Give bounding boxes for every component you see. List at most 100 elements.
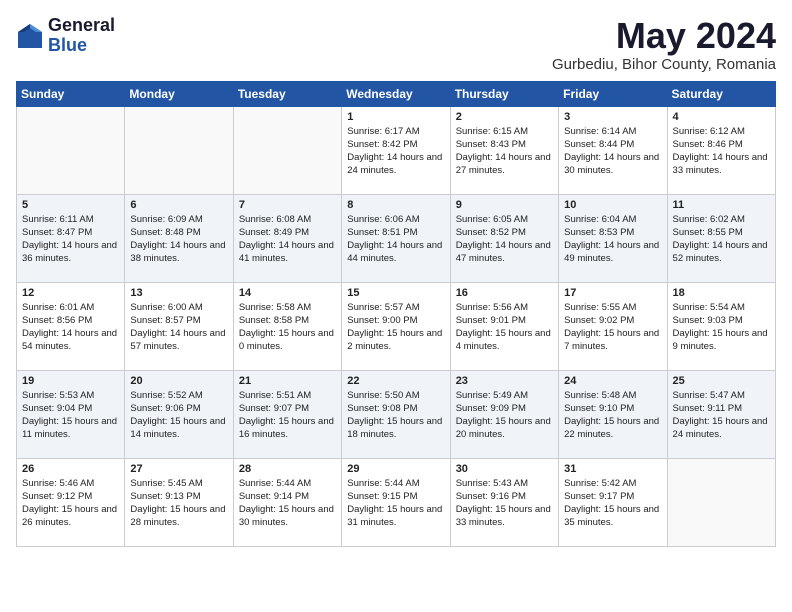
- calendar-cell: 4Sunrise: 6:12 AM Sunset: 8:46 PM Daylig…: [667, 106, 775, 194]
- day-number: 21: [239, 375, 336, 387]
- day-info: Sunrise: 6:01 AM Sunset: 8:56 PM Dayligh…: [22, 301, 119, 354]
- day-info: Sunrise: 6:17 AM Sunset: 8:42 PM Dayligh…: [347, 125, 444, 178]
- day-info: Sunrise: 6:08 AM Sunset: 8:49 PM Dayligh…: [239, 213, 336, 266]
- day-info: Sunrise: 5:55 AM Sunset: 9:02 PM Dayligh…: [564, 301, 661, 354]
- day-number: 24: [564, 375, 661, 387]
- calendar-cell: 27 Sunrise: 5:45 AM Sunset: 9:13 PM Dayli…: [125, 458, 233, 546]
- header-day-tuesday: Tuesday: [233, 81, 341, 106]
- day-info: Sunrise: 6:14 AM Sunset: 8:44 PM Dayligh…: [564, 125, 661, 178]
- day-info: Sunrise: 5:48 AM Sunset: 9:10 PM Dayligh…: [564, 389, 661, 442]
- day-number: 5: [22, 199, 119, 211]
- calendar-cell: 1 Sunrise: 6:17 AM Sunset: 8:42 PM Daylig…: [342, 106, 450, 194]
- day-number: 3: [564, 111, 661, 123]
- calendar-cell: 28 Sunrise: 5:44 AM Sunset: 9:14 PM Dayli…: [233, 458, 341, 546]
- calendar-table: SundayMondayTuesdayWednesdayThursdayFrid…: [16, 81, 776, 547]
- logo-icon: [16, 22, 44, 50]
- day-number: 25: [673, 375, 770, 387]
- calendar-week-row: 26 Sunrise: 5:46 AM Sunset: 9:12 PM Dayli…: [17, 458, 776, 546]
- location-title: Gurbediu, Bihor County, Romania: [552, 56, 776, 73]
- calendar-cell: 9 Sunrise: 6:05 AM Sunset: 8:52 PM Daylig…: [450, 194, 558, 282]
- calendar-cell: 14Sunrise: 5:58 AM Sunset: 8:58 PM Dayli…: [233, 282, 341, 370]
- calendar-cell: 30 Sunrise: 5:43 AM Sunset: 9:16 PM Dayli…: [450, 458, 558, 546]
- day-number: 18: [673, 287, 770, 299]
- day-number: 23: [456, 375, 553, 387]
- day-info: Sunrise: 5:45 AM Sunset: 9:13 PM Dayligh…: [130, 477, 227, 530]
- day-number: 26: [22, 463, 119, 475]
- calendar-cell: 6Sunrise: 6:09 AM Sunset: 8:48 PM Daylig…: [125, 194, 233, 282]
- calendar-cell: 3 Sunrise: 6:14 AM Sunset: 8:44 PM Daylig…: [559, 106, 667, 194]
- calendar-cell: 23 Sunrise: 5:49 AM Sunset: 9:09 PM Dayli…: [450, 370, 558, 458]
- day-info: Sunrise: 5:47 AM Sunset: 9:11 PM Dayligh…: [673, 389, 770, 442]
- header-day-friday: Friday: [559, 81, 667, 106]
- day-number: 12: [22, 287, 119, 299]
- day-info: Sunrise: 5:46 AM Sunset: 9:12 PM Dayligh…: [22, 477, 119, 530]
- logo-blue-label: Blue: [48, 36, 115, 56]
- day-number: 10: [564, 199, 661, 211]
- calendar-cell: [17, 106, 125, 194]
- logo: General Blue: [16, 16, 115, 56]
- day-number: 4: [673, 111, 770, 123]
- day-number: 28: [239, 463, 336, 475]
- calendar-week-row: 1 Sunrise: 6:17 AM Sunset: 8:42 PM Daylig…: [17, 106, 776, 194]
- calendar-week-row: 5 Sunrise: 6:11 AM Sunset: 8:47 PM Daylig…: [17, 194, 776, 282]
- header-day-sunday: Sunday: [17, 81, 125, 106]
- day-info: Sunrise: 5:43 AM Sunset: 9:16 PM Dayligh…: [456, 477, 553, 530]
- day-info: Sunrise: 5:53 AM Sunset: 9:04 PM Dayligh…: [22, 389, 119, 442]
- calendar-cell: 18 Sunrise: 5:54 AM Sunset: 9:03 PM Dayli…: [667, 282, 775, 370]
- calendar-cell: [667, 458, 775, 546]
- calendar-cell: 29 Sunrise: 5:44 AM Sunset: 9:15 PM Dayli…: [342, 458, 450, 546]
- page-header: General Blue May 2024 Gurbediu, Bihor Co…: [16, 16, 776, 73]
- day-number: 29: [347, 463, 444, 475]
- day-number: 20: [130, 375, 227, 387]
- calendar-header-row: SundayMondayTuesdayWednesdayThursdayFrid…: [17, 81, 776, 106]
- day-number: 22: [347, 375, 444, 387]
- day-info: Sunrise: 6:11 AM Sunset: 8:47 PM Dayligh…: [22, 213, 119, 266]
- calendar-cell: 11Sunrise: 6:02 AM Sunset: 8:55 PM Dayli…: [667, 194, 775, 282]
- day-info: Sunrise: 5:52 AM Sunset: 9:06 PM Dayligh…: [130, 389, 227, 442]
- day-number: 17: [564, 287, 661, 299]
- calendar-cell: 31 Sunrise: 5:42 AM Sunset: 9:17 PM Dayli…: [559, 458, 667, 546]
- header-day-saturday: Saturday: [667, 81, 775, 106]
- day-info: Sunrise: 5:44 AM Sunset: 9:14 PM Dayligh…: [239, 477, 336, 530]
- day-info: Sunrise: 5:42 AM Sunset: 9:17 PM Dayligh…: [564, 477, 661, 530]
- day-info: Sunrise: 6:06 AM Sunset: 8:51 PM Dayligh…: [347, 213, 444, 266]
- day-info: Sunrise: 6:05 AM Sunset: 8:52 PM Dayligh…: [456, 213, 553, 266]
- day-info: Sunrise: 5:50 AM Sunset: 9:08 PM Dayligh…: [347, 389, 444, 442]
- day-number: 30: [456, 463, 553, 475]
- calendar-cell: 12 Sunrise: 6:01 AM Sunset: 8:56 PM Dayli…: [17, 282, 125, 370]
- day-number: 16: [456, 287, 553, 299]
- logo-general-label: General: [48, 16, 115, 36]
- calendar-week-row: 19Sunrise: 5:53 AM Sunset: 9:04 PM Dayli…: [17, 370, 776, 458]
- calendar-cell: 19Sunrise: 5:53 AM Sunset: 9:04 PM Dayli…: [17, 370, 125, 458]
- calendar-cell: [125, 106, 233, 194]
- day-number: 13: [130, 287, 227, 299]
- day-number: 27: [130, 463, 227, 475]
- calendar-cell: 21Sunrise: 5:51 AM Sunset: 9:07 PM Dayli…: [233, 370, 341, 458]
- calendar-cell: 13 Sunrise: 6:00 AM Sunset: 8:57 PM Dayli…: [125, 282, 233, 370]
- calendar-cell: 17 Sunrise: 5:55 AM Sunset: 9:02 PM Dayli…: [559, 282, 667, 370]
- day-number: 31: [564, 463, 661, 475]
- day-number: 1: [347, 111, 444, 123]
- day-info: Sunrise: 6:02 AM Sunset: 8:55 PM Dayligh…: [673, 213, 770, 266]
- day-info: Sunrise: 5:49 AM Sunset: 9:09 PM Dayligh…: [456, 389, 553, 442]
- day-number: 2: [456, 111, 553, 123]
- day-number: 6: [130, 199, 227, 211]
- day-number: 7: [239, 199, 336, 211]
- calendar-cell: 16Sunrise: 5:56 AM Sunset: 9:01 PM Dayli…: [450, 282, 558, 370]
- day-info: Sunrise: 5:57 AM Sunset: 9:00 PM Dayligh…: [347, 301, 444, 354]
- calendar-cell: 25 Sunrise: 5:47 AM Sunset: 9:11 PM Dayli…: [667, 370, 775, 458]
- day-number: 9: [456, 199, 553, 211]
- header-day-wednesday: Wednesday: [342, 81, 450, 106]
- day-info: Sunrise: 5:44 AM Sunset: 9:15 PM Dayligh…: [347, 477, 444, 530]
- day-info: Sunrise: 5:54 AM Sunset: 9:03 PM Dayligh…: [673, 301, 770, 354]
- calendar-cell: 26 Sunrise: 5:46 AM Sunset: 9:12 PM Dayli…: [17, 458, 125, 546]
- day-number: 15: [347, 287, 444, 299]
- calendar-cell: 20 Sunrise: 5:52 AM Sunset: 9:06 PM Dayli…: [125, 370, 233, 458]
- day-number: 14: [239, 287, 336, 299]
- month-title: May 2024: [552, 16, 776, 56]
- header-day-monday: Monday: [125, 81, 233, 106]
- calendar-week-row: 12 Sunrise: 6:01 AM Sunset: 8:56 PM Dayli…: [17, 282, 776, 370]
- day-number: 8: [347, 199, 444, 211]
- day-info: Sunrise: 6:00 AM Sunset: 8:57 PM Dayligh…: [130, 301, 227, 354]
- title-block: May 2024 Gurbediu, Bihor County, Romania: [552, 16, 776, 73]
